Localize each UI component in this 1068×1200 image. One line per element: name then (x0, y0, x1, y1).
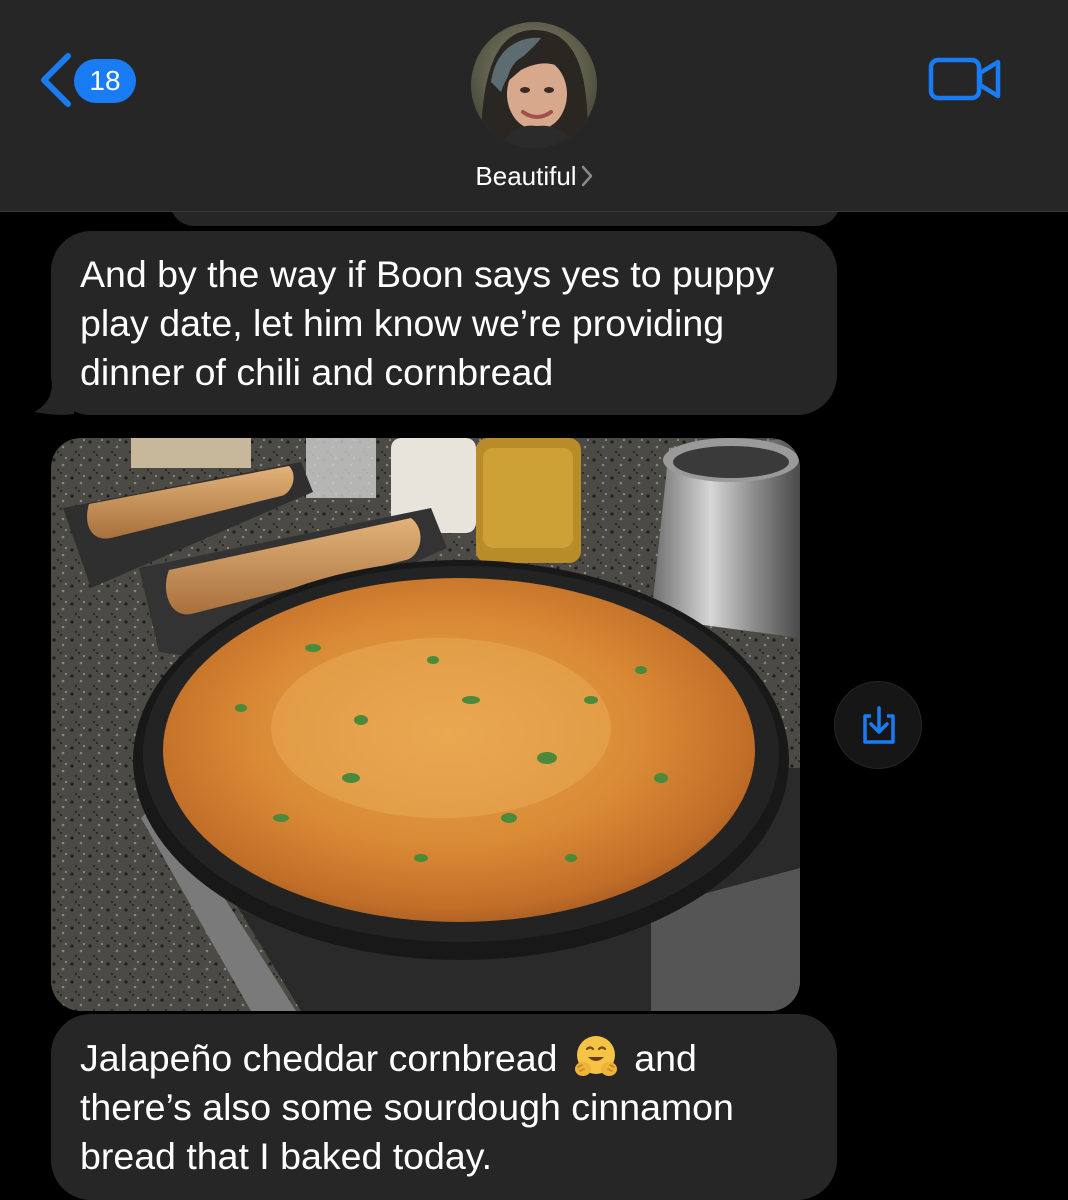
contact-avatar[interactable] (471, 22, 597, 148)
message-photo[interactable] (51, 438, 800, 1011)
back-button[interactable]: 18 (36, 52, 146, 108)
cornbread-photo (51, 438, 800, 1011)
save-to-photos-icon (863, 706, 895, 744)
unread-count-badge: 18 (74, 59, 136, 103)
video-camera-icon (928, 57, 1001, 101)
incoming-message-bubble[interactable]: Jalapeño cheddar cornbread and there’s a… (51, 1014, 837, 1200)
hugging-face-emoji (574, 1036, 617, 1076)
conversation-header: 18 Beautiful (0, 0, 1068, 212)
chevron-left-icon (41, 53, 71, 107)
video-call-button[interactable] (928, 56, 1002, 102)
bubble-tail (34, 384, 74, 415)
message-text: And by the way if Boon says yes to puppy… (80, 253, 775, 393)
messages-screen: 18 Beautiful And by the way if Boon says… (0, 0, 1068, 1200)
save-photo-button[interactable] (834, 681, 922, 769)
contact-name-button[interactable]: Beautiful (0, 156, 1068, 198)
contact-name: Beautiful (475, 161, 577, 191)
incoming-message-bubble[interactable]: And by the way if Boon says yes to puppy… (51, 231, 837, 415)
message-text-part-1: Jalapeño cheddar cornbread (80, 1037, 558, 1079)
chevron-right-icon (581, 158, 593, 198)
